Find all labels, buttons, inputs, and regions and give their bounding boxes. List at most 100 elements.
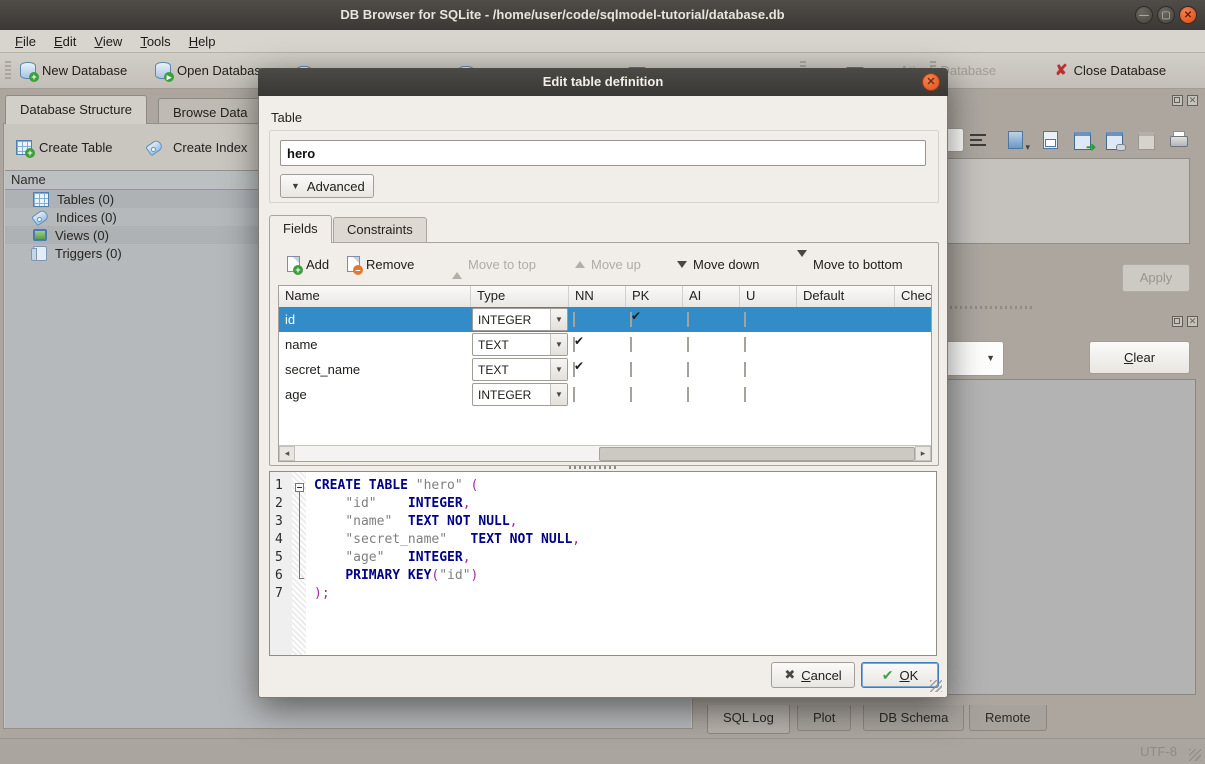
clear-button[interactable]: Clear xyxy=(1089,341,1190,374)
close-database-button[interactable]: ✘ Close Database xyxy=(1055,58,1166,82)
u-checkbox[interactable] xyxy=(744,312,746,327)
format-sql-icon[interactable] xyxy=(968,130,990,151)
column-header-nn[interactable]: NN xyxy=(569,286,626,307)
open-database-button[interactable]: ▸ Open Database xyxy=(155,58,268,82)
ai-checkbox[interactable] xyxy=(687,312,689,327)
nn-checkbox[interactable] xyxy=(573,312,575,327)
dialog-titlebar[interactable]: Edit table definition ✕ xyxy=(258,68,948,96)
column-header-pk[interactable]: PK xyxy=(626,286,683,307)
execute-sql-icon[interactable]: ➜ xyxy=(1072,130,1094,151)
fields-tab-pane: + Add – Remove Move to top Move up Move … xyxy=(269,242,939,466)
dialog-title: Edit table definition xyxy=(258,68,948,96)
ai-checkbox[interactable] xyxy=(687,337,689,352)
field-row-age[interactable]: ageINTEGER▼ xyxy=(279,382,931,407)
menu-view[interactable]: View xyxy=(85,32,131,51)
remove-field-button[interactable]: – Remove xyxy=(347,251,414,277)
execute-line-icon[interactable] xyxy=(1104,130,1126,151)
field-name-cell[interactable]: age xyxy=(279,387,471,402)
bottom-tab-db-schema[interactable]: DB Schema xyxy=(863,705,964,731)
fields-grid-header[interactable]: NameTypeNNPKAIUDefaultCheck xyxy=(279,286,931,308)
pk-checkbox[interactable] xyxy=(630,362,632,377)
bottom-tab-plot[interactable]: Plot xyxy=(797,705,851,731)
create-index-button[interactable]: Create Index xyxy=(147,134,247,160)
fields-grid-hscrollbar[interactable]: ◂ ▸ xyxy=(279,445,931,461)
bottom-tab-sql-log[interactable]: SQL Log xyxy=(707,705,790,734)
apply-button[interactable]: Apply xyxy=(1122,264,1190,292)
table-name-input[interactable] xyxy=(280,140,926,166)
pk-checkbox[interactable] xyxy=(630,312,632,327)
column-header-u[interactable]: U xyxy=(740,286,797,307)
column-header-check[interactable]: Check xyxy=(895,286,932,307)
dialog-splitter-handle[interactable] xyxy=(569,466,619,469)
ok-button[interactable]: ✔ OK xyxy=(861,662,939,688)
type-combobox[interactable]: INTEGER▼ xyxy=(472,308,568,331)
column-header-ai[interactable]: AI xyxy=(683,286,740,307)
minimize-icon[interactable]: — xyxy=(1135,6,1153,24)
menu-file[interactable]: File xyxy=(6,32,45,51)
nn-checkbox[interactable] xyxy=(573,387,575,402)
u-checkbox[interactable] xyxy=(744,337,746,352)
nn-checkbox[interactable] xyxy=(573,337,575,352)
field-row-id[interactable]: idINTEGER▼ xyxy=(279,307,931,332)
nn-checkbox[interactable] xyxy=(573,362,575,377)
field-name-cell[interactable]: id xyxy=(279,312,471,327)
tab-fields[interactable]: Fields xyxy=(269,215,332,243)
u-checkbox[interactable] xyxy=(744,362,746,377)
new-database-button[interactable]: + New Database xyxy=(20,58,127,82)
advanced-button[interactable]: ▼ Advanced xyxy=(280,174,374,198)
toolbar-grip[interactable] xyxy=(5,61,11,81)
dock-close-icon[interactable]: ✕ xyxy=(1187,316,1198,327)
bottom-tab-remote[interactable]: Remote xyxy=(969,705,1047,731)
save-sql-file-icon[interactable] xyxy=(1040,130,1062,151)
field-name-cell[interactable]: secret_name xyxy=(279,362,471,377)
type-combobox[interactable]: INTEGER▼ xyxy=(472,383,568,406)
field-row-name[interactable]: nameTEXT▼ xyxy=(279,332,931,357)
ai-checkbox[interactable] xyxy=(687,387,689,402)
table-label: Table xyxy=(271,110,302,125)
fields-grid: NameTypeNNPKAIUDefaultCheck idINTEGER▼na… xyxy=(278,285,932,462)
column-header-type[interactable]: Type xyxy=(471,286,569,307)
column-header-name[interactable]: Name xyxy=(279,286,471,307)
sql-preview-editor[interactable]: 1CREATE TABLE "hero" (2 "id" INTEGER,3 "… xyxy=(269,471,937,656)
u-checkbox[interactable] xyxy=(744,387,746,402)
splitter-handle[interactable] xyxy=(945,306,1035,309)
maximize-icon[interactable]: ▢ xyxy=(1157,6,1175,24)
create-table-button[interactable]: + Create Table xyxy=(16,134,112,160)
dock-float-icon[interactable] xyxy=(1172,316,1183,327)
field-name-cell[interactable]: name xyxy=(279,337,471,352)
type-combobox[interactable]: TEXT▼ xyxy=(472,358,568,381)
pk-checkbox[interactable] xyxy=(630,337,632,352)
type-combobox[interactable]: TEXT▼ xyxy=(472,333,568,356)
dock-close-icon[interactable]: ✕ xyxy=(1187,95,1198,106)
move-up-button[interactable]: Move up xyxy=(575,251,641,277)
stop-sql-icon[interactable] xyxy=(1136,130,1158,151)
menu-tools[interactable]: Tools xyxy=(131,32,179,51)
move-to-top-icon xyxy=(452,257,462,272)
move-to-top-button[interactable]: Move to top xyxy=(452,251,536,277)
move-to-bottom-button[interactable]: Move to bottom xyxy=(797,251,903,277)
close-icon[interactable]: ✕ xyxy=(1179,6,1197,24)
move-down-button[interactable]: Move down xyxy=(677,251,759,277)
scroll-left-icon[interactable]: ◂ xyxy=(279,446,295,461)
open-sql-file-icon[interactable]: ▾ xyxy=(1005,130,1027,151)
window-resize-grip[interactable] xyxy=(1189,749,1201,761)
pk-checkbox[interactable] xyxy=(630,387,632,402)
encoding-indicator[interactable]: UTF-8 xyxy=(1140,744,1177,759)
field-row-secret_name[interactable]: secret_nameTEXT▼ xyxy=(279,357,931,382)
dock-float-icon[interactable] xyxy=(1172,95,1183,106)
tab-constraints[interactable]: Constraints xyxy=(333,217,427,243)
column-header-default[interactable]: Default xyxy=(797,286,895,307)
fold-marker-icon[interactable] xyxy=(295,483,304,492)
hidden-combobox-fragment[interactable] xyxy=(946,128,964,152)
dialog-close-icon[interactable]: ✕ xyxy=(922,73,940,91)
print-icon[interactable] xyxy=(1168,130,1190,151)
menu-help[interactable]: Help xyxy=(180,32,225,51)
ai-checkbox[interactable] xyxy=(687,362,689,377)
tab-database-structure[interactable]: Database Structure xyxy=(5,95,147,124)
scrollbar-thumb[interactable] xyxy=(599,447,915,461)
menu-edit[interactable]: Edit xyxy=(45,32,85,51)
add-field-button[interactable]: + Add xyxy=(287,251,329,277)
cancel-button[interactable]: ✖ Cancel xyxy=(771,662,855,688)
dialog-resize-grip[interactable] xyxy=(930,680,942,692)
scroll-right-icon[interactable]: ▸ xyxy=(915,446,931,461)
